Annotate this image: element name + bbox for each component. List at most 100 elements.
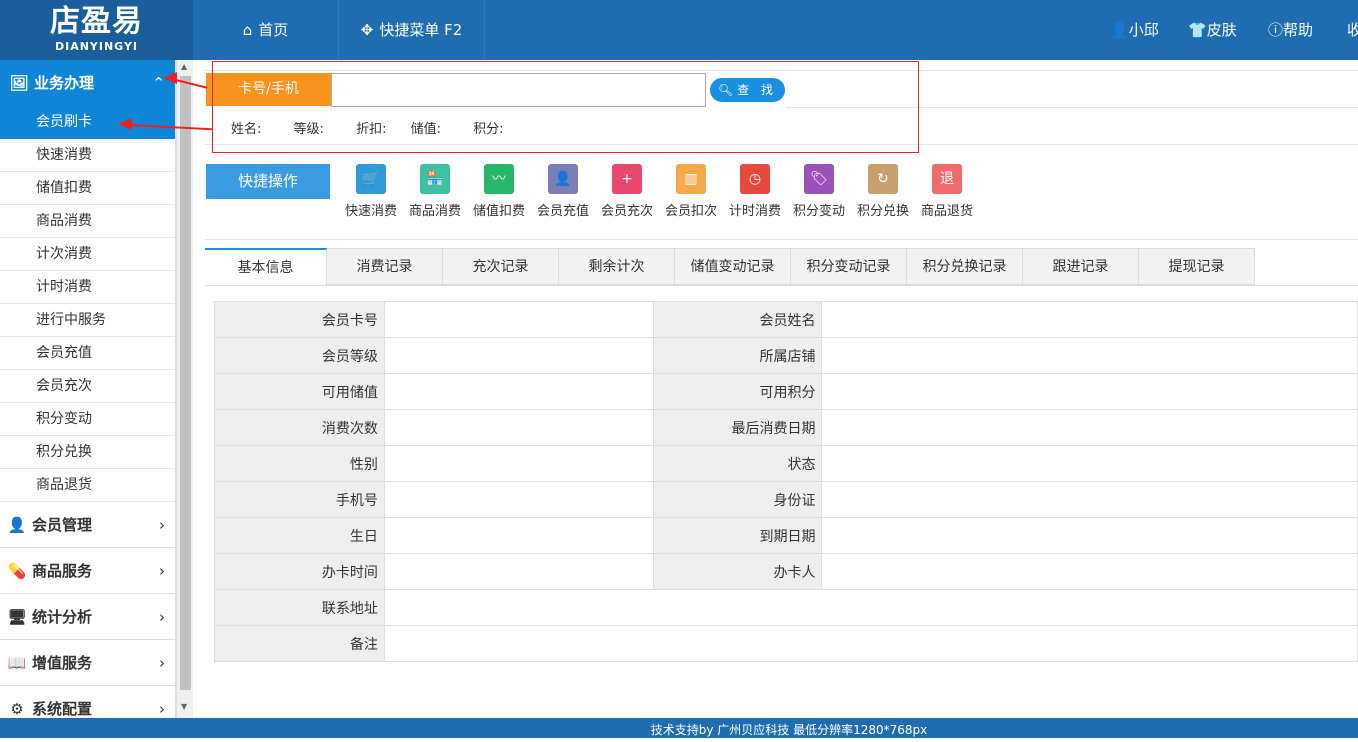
field-value bbox=[383, 445, 654, 482]
field-label: 消费次数 bbox=[214, 409, 385, 446]
sidebar-item[interactable]: 商品消费 bbox=[0, 205, 175, 238]
nav-home-label: 首页 bbox=[258, 21, 289, 39]
more-menu[interactable]: 收 bbox=[1347, 0, 1358, 60]
sidebar-item[interactable]: 积分变动 bbox=[0, 403, 175, 436]
field-value bbox=[383, 625, 1358, 662]
quick-op-label: 商品退货 bbox=[920, 204, 973, 219]
field-label: 可用积分 bbox=[652, 373, 823, 410]
tab[interactable]: 积分兑换记录 bbox=[907, 248, 1023, 285]
field-value bbox=[383, 517, 654, 554]
quick-op-bar-chart[interactable]: ▥ 会员扣次 bbox=[661, 164, 721, 219]
field-value bbox=[821, 409, 1358, 446]
field-label: 状态 bbox=[652, 445, 823, 482]
logo: 店盈易 DIANYINGYI bbox=[0, 0, 193, 60]
sidebar-item[interactable]: 会员刷卡 bbox=[0, 106, 175, 139]
field-label: 性别 bbox=[214, 445, 385, 482]
annotation-arrowhead bbox=[118, 118, 132, 130]
sidebar-item[interactable]: 储值扣费 bbox=[0, 172, 175, 205]
quick-op-label: 积分变动 bbox=[792, 204, 845, 219]
quick-op-shop[interactable]: 🏪 商品消费 bbox=[405, 164, 465, 219]
logo-title: 店盈易 bbox=[50, 4, 143, 39]
field-value bbox=[383, 481, 654, 518]
quick-op-return[interactable]: 退商品退货 bbox=[917, 164, 977, 219]
sidebar-section-label: 统计分析 bbox=[32, 608, 93, 626]
quick-op-refresh[interactable]: ↻ 积分兑换 bbox=[853, 164, 913, 219]
table-row: 性别 状态 bbox=[214, 445, 1358, 482]
quick-op-chart[interactable]: 〰储值扣费 bbox=[469, 164, 529, 219]
chevron-right-icon: › bbox=[159, 700, 165, 718]
field-label: 备注 bbox=[214, 625, 385, 662]
tab[interactable]: 剩余计次 bbox=[559, 248, 675, 285]
home-icon: ⌂ bbox=[242, 21, 253, 39]
help-label: 帮助 bbox=[1283, 21, 1314, 39]
tab[interactable]: 基本信息 bbox=[205, 248, 327, 285]
card-plus-icon: + bbox=[612, 164, 642, 194]
field-value bbox=[821, 301, 1358, 338]
chart-icon: 〰 bbox=[484, 164, 514, 194]
quick-op-card-plus[interactable]: + 会员充次 bbox=[597, 164, 657, 219]
sidebar-section[interactable]: 👤 会员管理 › bbox=[0, 502, 175, 548]
member-detail-table: 会员卡号 会员姓名 会员等级 所属店铺 可用储值 可用积分 消费次数 最后消费日期 性别 状态 手机… bbox=[214, 301, 1358, 662]
field-value bbox=[821, 373, 1358, 410]
tag-icon: 🏷 bbox=[804, 164, 834, 194]
user-icon: 👤 bbox=[7, 516, 27, 534]
nav-quick-menu[interactable]: ✥ 快捷菜单 F2 bbox=[339, 0, 485, 60]
help-menu[interactable]: ⓘ帮助 bbox=[1268, 0, 1313, 60]
quick-op-cart[interactable]: 🛒 快速消费 bbox=[341, 164, 401, 219]
table-row: 会员等级 所属店铺 bbox=[214, 337, 1358, 374]
sidebar-section[interactable]: 🖥 统计分析 › bbox=[0, 594, 175, 640]
sidebar-section[interactable]: 💊 商品服务 › bbox=[0, 548, 175, 594]
tab[interactable]: 储值变动记录 bbox=[675, 248, 791, 285]
tab[interactable]: 积分变动记录 bbox=[791, 248, 907, 285]
move-icon: ✥ bbox=[360, 21, 374, 39]
bar-chart-icon: ▥ bbox=[676, 164, 706, 194]
sidebar-item[interactable]: 进行中服务 bbox=[0, 304, 175, 337]
shirt-icon: 👕 bbox=[1188, 21, 1207, 39]
quick-op-label: 商品消费 bbox=[408, 204, 461, 219]
footer: 技术支持by 广州贝应科技 最低分辨率1280*768px bbox=[0, 718, 1358, 738]
tab[interactable]: 消费记录 bbox=[327, 248, 443, 285]
book-icon: 📖 bbox=[7, 654, 27, 672]
quick-op-tag[interactable]: 🏷 积分变动 bbox=[789, 164, 849, 219]
sidebar-section-business[interactable]: 🖼 业务办理 ⌃ bbox=[0, 60, 175, 106]
sidebar-item[interactable]: 计时消费 bbox=[0, 271, 175, 304]
sidebar-section-label: 商品服务 bbox=[32, 562, 93, 580]
field-value bbox=[383, 553, 654, 590]
user-menu[interactable]: 👤小邱 bbox=[1110, 0, 1159, 60]
tab[interactable]: 提现记录 bbox=[1139, 248, 1255, 285]
image-icon: 🖼 bbox=[9, 74, 29, 92]
table-row: 手机号 身份证 bbox=[214, 481, 1358, 518]
sidebar-item[interactable]: 快速消费 bbox=[0, 139, 175, 172]
tab[interactable]: 跟进记录 bbox=[1023, 248, 1139, 285]
sidebar-section-label: 增值服务 bbox=[32, 654, 93, 672]
sidebar-section[interactable]: 📖 增值服务 › bbox=[0, 640, 175, 686]
skin-menu[interactable]: 👕皮肤 bbox=[1188, 0, 1237, 60]
user-name: 小邱 bbox=[1128, 21, 1159, 39]
sidebar-item[interactable]: 会员充次 bbox=[0, 370, 175, 403]
nav-home[interactable]: ⌂ 首页 bbox=[193, 0, 339, 60]
tab[interactable]: 充次记录 bbox=[443, 248, 559, 285]
sidebar-scrollbar[interactable]: ▲ ▼ bbox=[176, 60, 193, 718]
field-label: 会员姓名 bbox=[652, 301, 823, 338]
scroll-up-icon[interactable]: ▲ bbox=[181, 62, 187, 71]
quick-op-label: 计时消费 bbox=[728, 204, 781, 219]
scroll-down-icon[interactable]: ▼ bbox=[181, 702, 187, 711]
sidebar-item[interactable]: 积分兑换 bbox=[0, 436, 175, 469]
user-money-icon: 👤 bbox=[548, 164, 578, 194]
logo-subtitle: DIANYINGYI bbox=[54, 40, 139, 53]
scroll-thumb[interactable] bbox=[180, 76, 191, 690]
quick-op-clock[interactable]: ◷ 计时消费 bbox=[725, 164, 785, 219]
sidebar-item[interactable]: 会员充值 bbox=[0, 337, 175, 370]
table-row: 备注 bbox=[214, 625, 1358, 662]
quick-op-label: 储值扣费 bbox=[472, 204, 525, 219]
sidebar-item[interactable]: 商品退货 bbox=[0, 469, 175, 502]
more-label: 收 bbox=[1347, 21, 1358, 39]
sidebar-item[interactable]: 计次消费 bbox=[0, 238, 175, 271]
table-row: 会员卡号 会员姓名 bbox=[214, 301, 1358, 338]
sidebar-section[interactable]: ⚙ 系统配置 › bbox=[0, 686, 175, 718]
quick-op-label: 会员充次 bbox=[600, 204, 653, 219]
help-icon: ⓘ bbox=[1268, 21, 1284, 39]
quick-op-label: 会员充值 bbox=[536, 204, 589, 219]
field-label: 可用储值 bbox=[214, 373, 385, 410]
quick-op-user-money[interactable]: 👤 会员充值 bbox=[533, 164, 593, 219]
